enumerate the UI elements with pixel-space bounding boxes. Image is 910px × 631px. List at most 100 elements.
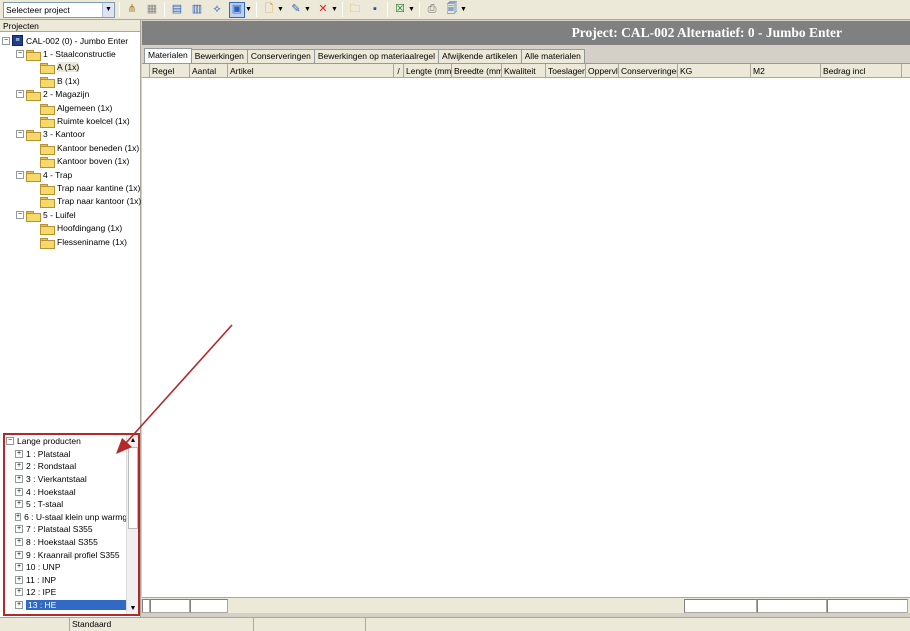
grid-footer [142, 597, 910, 613]
expand-icon[interactable]: + [15, 550, 23, 559]
product-item[interactable]: +6 : U-staal klein unp warmge [5, 511, 132, 524]
delete-icon[interactable]: ✕ [315, 2, 331, 18]
tree-structure-icon[interactable]: ⋔ [124, 2, 140, 18]
collapse-icon[interactable]: − [2, 36, 10, 45]
column-header[interactable]: / [394, 64, 404, 78]
tree-leaf-node[interactable]: Algemeen (1x) [35, 101, 112, 115]
products-scrollbar[interactable]: ▲ ▼ [126, 435, 138, 614]
expand-icon[interactable]: + [15, 588, 23, 597]
tree-leaf-node[interactable]: Kantoor beneden (1x) [35, 141, 139, 155]
chevron-down-icon[interactable]: ▼ [460, 2, 467, 18]
chevron-down-icon[interactable]: ▼ [331, 2, 338, 18]
chevron-down-icon[interactable]: ▼ [304, 2, 311, 18]
excel-icon[interactable]: ☒ [392, 2, 408, 18]
product-item[interactable]: +2 : Rondstaal [5, 460, 127, 473]
chevron-down-icon[interactable]: ▼ [245, 2, 252, 18]
collapse-icon[interactable]: − [6, 437, 14, 446]
tree-group-node[interactable]: − 4 - Trap [16, 168, 72, 182]
scroll-down-icon[interactable]: ▼ [127, 603, 138, 614]
open-folder-icon[interactable]: 🗀 [347, 2, 363, 18]
product-item[interactable]: +12 : IPE [5, 586, 127, 599]
grid-icon[interactable]: ▦ [144, 2, 160, 18]
product-item[interactable]: +11 : INP [5, 574, 127, 587]
code-icon[interactable]: ⟡ [209, 2, 225, 18]
column-header[interactable]: Regel [150, 64, 190, 78]
expand-icon[interactable]: + [15, 475, 23, 484]
report-icon[interactable]: ▣ [229, 1, 245, 18]
project-node[interactable]: − ≡ CAL-002 (0) - Jumbo Enter [2, 34, 128, 47]
tree-leaf-node[interactable]: Ruimte koelcel (1x) [35, 114, 130, 128]
project-select[interactable]: Selecteer project ▼ [3, 1, 115, 18]
print-icon[interactable]: ⎙ [424, 2, 440, 18]
product-item[interactable]: +9 : Kraanrail profiel S355 [5, 548, 127, 561]
collapse-icon[interactable]: − [16, 49, 24, 58]
print-preview-icon[interactable]: 🗐 [444, 2, 460, 18]
product-item[interactable]: +10 : UNP [5, 561, 127, 574]
product-item[interactable]: +13 : HE [5, 599, 127, 612]
tab-materialen[interactable]: Materialen [144, 48, 192, 63]
column-header[interactable]: Breedte (mm) [452, 64, 502, 78]
expand-icon[interactable]: + [15, 449, 23, 458]
column-header[interactable]: Bedrag incl [821, 64, 902, 78]
tab-bewerkingen-op-materiaalregel[interactable]: Bewerkingen op materiaalregel [313, 49, 440, 63]
tab-bewerkingen[interactable]: Bewerkingen [190, 49, 248, 63]
expand-icon[interactable]: + [15, 487, 23, 496]
edit-icon[interactable]: ✎ [288, 2, 304, 18]
tree-leaf-node[interactable]: Flesseniname (1x) [35, 235, 127, 249]
column-header[interactable]: Kwaliteit [502, 64, 546, 78]
product-item[interactable]: +1 : Platstaal [5, 448, 127, 461]
table-icon[interactable]: ▤ [169, 2, 185, 18]
tree-leaf-node[interactable]: Trap naar kantoor (1x) [35, 195, 141, 209]
column-header[interactable]: Lengte (mm) [404, 64, 452, 78]
tree-group-node[interactable]: − 2 - Magazijn [16, 88, 89, 102]
column-header[interactable]: Artikel [228, 64, 394, 78]
expand-icon[interactable]: + [15, 563, 23, 572]
product-item[interactable]: +5 : T-staal [5, 498, 127, 511]
product-item[interactable]: +3 : Vierkantstaal [5, 473, 127, 486]
tree-leaf-node[interactable]: Trap naar kantine (1x) [35, 181, 140, 195]
tab-conserveringen[interactable]: Conserveringen [246, 49, 315, 63]
product-item[interactable]: +4 : Hoekstaal [5, 485, 127, 498]
tree-leaf-node[interactable]: B (1x) [35, 74, 80, 88]
chevron-down-icon[interactable]: ▼ [102, 2, 114, 17]
expand-icon[interactable]: + [15, 601, 23, 610]
column-header[interactable]: KG [678, 64, 751, 78]
tree-leaf-node[interactable]: Hoofdingang (1x) [35, 222, 122, 236]
materials-grid[interactable]: Regel Aantal Artikel / Lengte (mm) Breedte (m… [142, 63, 910, 597]
expand-icon[interactable]: + [15, 500, 23, 509]
expand-icon[interactable]: + [15, 575, 23, 584]
expand-icon[interactable]: + [15, 538, 23, 547]
new-document-icon[interactable]: 🗋 [261, 2, 277, 18]
collapse-icon[interactable]: − [16, 90, 24, 99]
collapse-icon[interactable]: − [16, 170, 24, 179]
column-header[interactable]: Oppervl [586, 64, 619, 78]
products-root-node[interactable]: − Lange producten [5, 435, 127, 448]
product-item[interactable]: +8 : Hoekstaal S355 [5, 536, 127, 549]
tab-alle-materialen[interactable]: Alle materialen [520, 49, 585, 63]
column-header[interactable]: Toeslagen [546, 64, 586, 78]
product-item[interactable]: +7 : Platstaal S355 [5, 523, 127, 536]
scroll-thumb[interactable] [128, 447, 138, 529]
tree-group-node[interactable]: − 5 - Luifel [16, 208, 76, 222]
column-header[interactable]: Conserveringen [619, 64, 678, 78]
column-header[interactable]: Aantal [190, 64, 228, 78]
chevron-down-icon[interactable]: ▼ [408, 2, 415, 18]
tree-leaf-node[interactable]: A (1x) [35, 61, 80, 75]
column-header[interactable]: M2 [751, 64, 821, 78]
product-item-label: 5 : T-staal [26, 499, 64, 510]
tree-group-node[interactable]: − 3 - Kantoor [16, 128, 86, 142]
expand-icon[interactable]: + [15, 462, 23, 471]
calendar-icon[interactable]: ▥ [189, 2, 205, 18]
collapse-icon[interactable]: − [16, 210, 24, 219]
tab-afwijkende-artikelen[interactable]: Afwijkende artikelen [438, 49, 522, 63]
scroll-up-icon[interactable]: ▲ [127, 435, 138, 446]
expand-icon[interactable]: + [15, 525, 23, 534]
column-header[interactable] [142, 64, 150, 78]
tree-node-label: 3 - Kantoor [43, 129, 86, 140]
save-icon[interactable]: ▪ [367, 2, 383, 18]
expand-icon[interactable]: + [15, 512, 22, 521]
tree-leaf-node[interactable]: Kantoor boven (1x) [35, 155, 129, 169]
tree-group-node[interactable]: − 1 - Staalconstructie [16, 47, 116, 61]
chevron-down-icon[interactable]: ▼ [277, 2, 284, 18]
collapse-icon[interactable]: − [16, 130, 24, 139]
